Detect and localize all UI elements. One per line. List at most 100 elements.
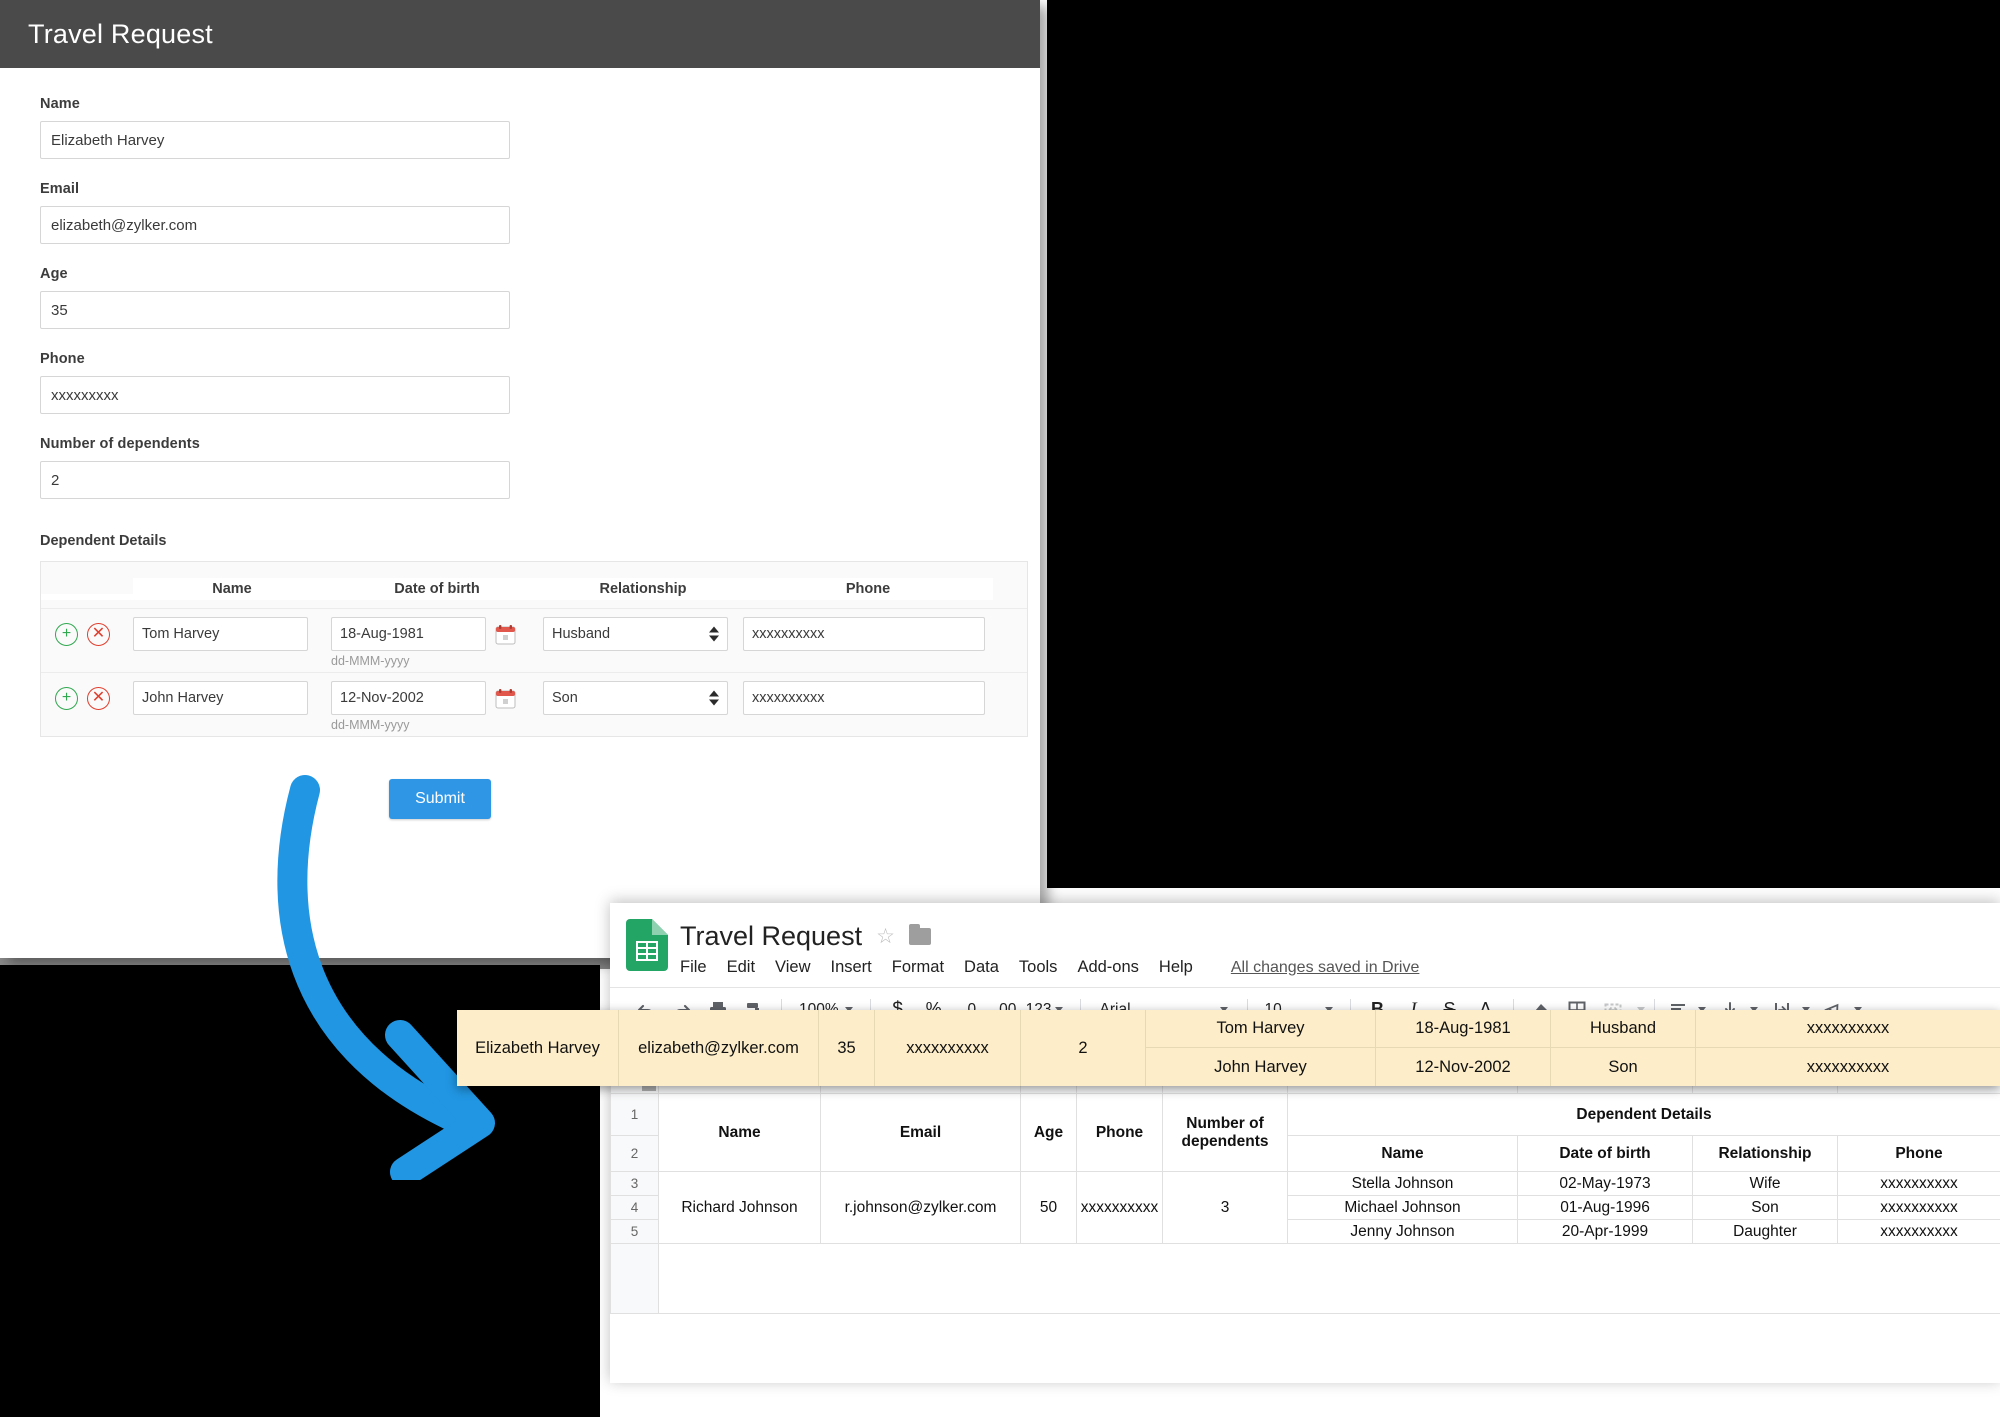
dependent-details-table: Name Date of birth Relationship Phone + … — [40, 561, 1028, 737]
new-dep1-name[interactable]: Tom Harvey — [1146, 1010, 1376, 1047]
submit-button[interactable]: Submit — [389, 779, 491, 819]
label-dependents-count: Number of dependents — [40, 436, 200, 452]
plus-circle-icon[interactable]: + — [55, 686, 78, 710]
new-record-highlight-row[interactable]: Elizabeth Harvey elizabeth@zylker.com 35… — [457, 1010, 2000, 1086]
cell-b3-record-email[interactable]: r.johnson@zylker.com — [820, 1171, 1021, 1244]
travel-request-form-window: Travel Request Name Email Age Phone Numb… — [0, 0, 1040, 958]
form-body: Name Email Age Phone Number of dependent… — [0, 68, 1040, 819]
remove-circle-icon[interactable]: ✕ — [87, 686, 110, 710]
row-header-1[interactable]: 1 — [610, 1093, 659, 1136]
plus-circle-icon[interactable]: + — [55, 622, 78, 646]
date-format-hint: dd-MMM-yyyy — [331, 654, 410, 668]
menu-item-data[interactable]: Data — [964, 958, 999, 977]
cell-d1-phone-header[interactable]: Phone — [1076, 1093, 1163, 1172]
form-header: Travel Request — [0, 0, 1040, 68]
cell-h3-dep1-relationship[interactable]: Wife — [1692, 1171, 1838, 1196]
dependent-details-title: Dependent Details — [40, 533, 167, 549]
menu-item-tools[interactable]: Tools — [1019, 958, 1058, 977]
new-dep1-relationship[interactable]: Husband — [1551, 1010, 1696, 1047]
cell-d3-record-phone[interactable]: xxxxxxxxxx — [1076, 1171, 1163, 1244]
dependent-relationship-select[interactable]: Son — [543, 681, 728, 715]
new-dep2-dob[interactable]: 12-Nov-2002 — [1376, 1048, 1551, 1086]
calendar-icon[interactable] — [495, 688, 516, 709]
new-record-name[interactable]: Elizabeth Harvey — [457, 1010, 619, 1086]
cell-e1-dependents-count-header[interactable]: Number of dependents — [1162, 1093, 1288, 1172]
label-name: Name — [40, 96, 80, 112]
new-dep2-relationship[interactable]: Son — [1551, 1048, 1696, 1086]
row-header-blank[interactable] — [610, 1243, 659, 1314]
new-record-phone[interactable]: xxxxxxxxxx — [875, 1010, 1021, 1086]
new-dep2-name[interactable]: John Harvey — [1146, 1048, 1376, 1086]
calendar-icon[interactable] — [495, 624, 516, 645]
row-header-2[interactable]: 2 — [610, 1135, 659, 1172]
cell-e3-record-dependents-count[interactable]: 3 — [1162, 1171, 1288, 1244]
document-title[interactable]: Travel Request — [680, 921, 862, 952]
table-row: 3 Richard Johnson r.johnson@zylker.com 5… — [610, 1171, 2000, 1244]
save-status[interactable]: All changes saved in Drive — [1231, 959, 1420, 977]
menu-item-edit[interactable]: Edit — [727, 958, 755, 977]
sheet-table: A B C D E F G H I 1 Name Email Age Phone — [610, 1065, 2000, 1314]
dependent-phone-input[interactable] — [743, 681, 985, 715]
cell-f2-dep-name-header[interactable]: Name — [1287, 1135, 1518, 1172]
new-dep2-phone[interactable]: xxxxxxxxxx — [1696, 1048, 2000, 1086]
menu-item-insert[interactable]: Insert — [831, 958, 872, 977]
dependent-phone-input[interactable] — [743, 617, 985, 651]
dependent-dob-input[interactable] — [331, 681, 486, 715]
cell-f1-dependent-details-banner[interactable]: Dependent Details — [1287, 1093, 2000, 1136]
dependents-count-input[interactable] — [40, 461, 510, 499]
dep-header-phone: Phone — [743, 578, 993, 600]
dependent-dob-input[interactable] — [331, 617, 486, 651]
cell-h5-dep3-relationship[interactable]: Daughter — [1692, 1219, 1838, 1244]
dependent-relationship-select[interactable]: Husband — [543, 617, 728, 651]
dependent-row: + ✕ — [41, 609, 1027, 673]
new-record-age[interactable]: 35 — [819, 1010, 875, 1086]
cell-a1-name-header[interactable]: Name — [658, 1093, 821, 1172]
cell-g5-dep3-dob[interactable]: 20-Apr-1999 — [1517, 1219, 1693, 1244]
cell-c1-age-header[interactable]: Age — [1020, 1093, 1077, 1172]
cell-i3-dep1-phone[interactable]: xxxxxxxxxx — [1837, 1171, 2000, 1196]
cell-g2-dep-dob-header[interactable]: Date of birth — [1517, 1135, 1693, 1172]
cell-f5-dep3-name[interactable]: Jenny Johnson — [1287, 1219, 1518, 1244]
email-input[interactable] — [40, 206, 510, 244]
label-email: Email — [40, 181, 80, 197]
cell-g3-dep1-dob[interactable]: 02-May-1973 — [1517, 1171, 1693, 1196]
new-record-dependents-count[interactable]: 2 — [1021, 1010, 1146, 1086]
menu-item-view[interactable]: View — [775, 958, 810, 977]
cell-h2-dep-relationship-header[interactable]: Relationship — [1692, 1135, 1838, 1172]
cell-i5-dep3-phone[interactable]: xxxxxxxxxx — [1837, 1219, 2000, 1244]
cell-h4-dep2-relationship[interactable]: Son — [1692, 1195, 1838, 1220]
cell-b1-email-header[interactable]: Email — [820, 1093, 1021, 1172]
cell-f4-dep2-name[interactable]: Michael Johnson — [1287, 1195, 1518, 1220]
cell-c3-record-age[interactable]: 50 — [1020, 1171, 1077, 1244]
star-icon[interactable]: ☆ — [876, 924, 895, 949]
row-header-5[interactable]: 5 — [610, 1219, 659, 1244]
name-input[interactable] — [40, 121, 510, 159]
phone-input[interactable] — [40, 376, 510, 414]
new-dep1-phone[interactable]: xxxxxxxxxx — [1696, 1010, 2000, 1047]
menu-item-file[interactable]: File — [680, 958, 707, 977]
cell-f3-dep1-name[interactable]: Stella Johnson — [1287, 1171, 1518, 1196]
menu-item-addons[interactable]: Add-ons — [1077, 958, 1138, 977]
cell-g4-dep2-dob[interactable]: 01-Aug-1996 — [1517, 1195, 1693, 1220]
cell-a3-record-name[interactable]: Richard Johnson — [658, 1171, 821, 1244]
dependent-name-input[interactable] — [133, 617, 308, 651]
menu-item-help[interactable]: Help — [1159, 958, 1193, 977]
row-header-4[interactable]: 4 — [610, 1195, 659, 1220]
blank-area[interactable] — [658, 1243, 2000, 1314]
row-header-3[interactable]: 3 — [610, 1171, 659, 1196]
spreadsheet-grid: A B C D E F G H I 1 Name Email Age Phone — [610, 1065, 2000, 1327]
dependent-table-header: Name Date of birth Relationship Phone — [41, 562, 1027, 609]
new-record-email[interactable]: elizabeth@zylker.com — [619, 1010, 819, 1086]
menu-item-format[interactable]: Format — [892, 958, 944, 977]
folder-icon[interactable] — [908, 923, 931, 945]
cell-i2-dep-phone-header[interactable]: Phone — [1837, 1135, 2000, 1172]
new-dep1-dob[interactable]: 18-Aug-1981 — [1376, 1010, 1551, 1047]
dependent-name-input[interactable] — [133, 681, 308, 715]
age-input[interactable] — [40, 291, 510, 329]
dep-header-relationship: Relationship — [543, 578, 743, 600]
cell-i4-dep2-phone[interactable]: xxxxxxxxxx — [1837, 1195, 2000, 1220]
google-sheets-window: Travel Request ☆ File Edit View Insert F… — [610, 903, 2000, 1383]
remove-circle-icon[interactable]: ✕ — [87, 622, 110, 646]
new-record-dependent-row: John Harvey 12-Nov-2002 Son xxxxxxxxxx — [1146, 1048, 2000, 1086]
table-row-blank — [610, 1243, 2000, 1314]
